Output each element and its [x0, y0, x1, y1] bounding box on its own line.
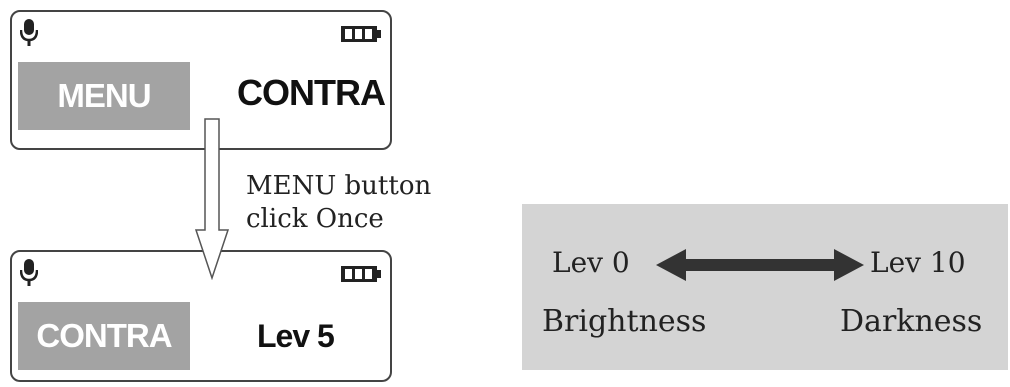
- contra-box: CONTRA: [18, 302, 190, 370]
- down-arrow-icon: [194, 118, 230, 280]
- microphone-icon: [20, 19, 38, 46]
- min-level-label: Lev 0: [552, 246, 630, 279]
- instruction-line-2: click Once: [246, 204, 384, 234]
- microphone-icon: [20, 259, 38, 286]
- menu-box: MENU: [18, 62, 190, 130]
- level-value-label: Lev 5: [257, 318, 335, 354]
- battery-icon: [341, 26, 381, 42]
- contrast-scale-panel: Lev 0 Lev 10 Brightness Darkness: [522, 204, 1008, 370]
- instruction-line-1: MENU button: [246, 171, 432, 201]
- instruction-text: MENU button click Once: [246, 170, 431, 236]
- setting-name-label: CONTRA: [237, 72, 386, 113]
- darkness-label: Darkness: [840, 304, 983, 339]
- max-level-label: Lev 10: [870, 246, 966, 279]
- double-arrow-icon: [656, 249, 864, 281]
- battery-icon: [341, 266, 381, 282]
- brightness-label: Brightness: [542, 304, 707, 339]
